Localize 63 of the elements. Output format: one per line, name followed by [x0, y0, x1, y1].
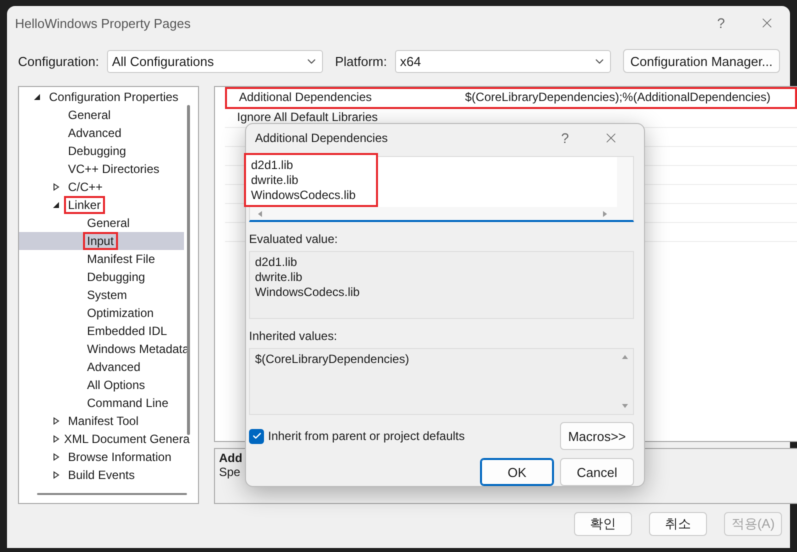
- platform-label: Platform:: [334, 54, 387, 68]
- tree-item[interactable]: General: [83, 214, 134, 232]
- tree-item[interactable]: Advanced: [83, 358, 144, 376]
- collapsed-triangle-icon[interactable]: [52, 471, 60, 479]
- tree-item[interactable]: VC++ Directories: [64, 160, 164, 178]
- scroll-right-icon[interactable]: [601, 210, 609, 218]
- vertical-scrollbar[interactable]: [187, 105, 190, 435]
- collapsed-triangle-icon[interactable]: [52, 435, 60, 443]
- dialog-button[interactable]: OK: [480, 458, 554, 486]
- evaluated-line: dwrite.lib: [255, 270, 304, 285]
- tree-item[interactable]: Debugging: [83, 268, 150, 286]
- dialog-title: Additional Dependencies: [255, 131, 389, 145]
- collapsed-triangle-icon[interactable]: [52, 453, 60, 461]
- window-title: HelloWindows Property Pages: [15, 16, 192, 30]
- evaluated-line: d2d1.lib: [255, 255, 298, 270]
- configuration-manager-button[interactable]: Configuration Manager...: [622, 49, 780, 73]
- inherited-line: $(CoreLibraryDependencies): [255, 352, 410, 368]
- property-row[interactable]: Additional Dependencies $(CoreLibraryDependencies);%(AdditionalDependencies): [225, 87, 797, 109]
- tree-item[interactable]: General: [64, 106, 115, 124]
- tree-item[interactable]: Browse Information: [64, 448, 176, 466]
- dialog-button[interactable]: 취소: [649, 512, 707, 536]
- collapsed-triangle-icon[interactable]: [52, 417, 60, 425]
- platform-dropdown[interactable]: x64: [394, 50, 611, 72]
- tree-item[interactable]: Linker: [64, 196, 105, 214]
- expanded-triangle-icon[interactable]: [52, 201, 60, 209]
- inherit-checkbox-label: Inherit from parent or project defaults: [268, 428, 466, 444]
- expanded-triangle-icon[interactable]: [33, 93, 41, 101]
- inherit-checkbox[interactable]: [249, 428, 264, 444]
- tree-item[interactable]: All Options: [83, 376, 150, 394]
- tree-item[interactable]: Input: [83, 232, 118, 250]
- collapsed-triangle-icon[interactable]: [52, 183, 60, 191]
- horizontal-scrollbar[interactable]: [37, 493, 187, 495]
- tree-item[interactable]: Embedded IDL: [83, 322, 172, 340]
- selected-row-highlight[interactable]: Input: [19, 232, 184, 250]
- help-button[interactable]: ?: [698, 8, 744, 38]
- tree-item[interactable]: Configuration Properties: [45, 88, 182, 106]
- scroll-left-icon[interactable]: [256, 210, 264, 218]
- description-text: Spe: [219, 465, 240, 479]
- dependencies-text: d2d1.lib dwrite.lib WindowsCodecs.lib: [244, 153, 378, 207]
- tree-item[interactable]: XML Document Genera: [60, 430, 194, 448]
- evaluated-line: WindowsCodecs.lib: [255, 285, 361, 300]
- inherited-values-label: Inherited values:: [249, 329, 338, 344]
- property-name: Additional Dependencies: [238, 89, 373, 106]
- dialog-button[interactable]: 확인: [574, 512, 632, 536]
- tree-item[interactable]: Debugging: [64, 142, 130, 160]
- tree-item[interactable]: Windows Metadata: [83, 340, 194, 358]
- tree-item[interactable]: Manifest File: [83, 250, 160, 268]
- tree-item[interactable]: Advanced: [64, 124, 126, 142]
- check-icon: [252, 431, 262, 441]
- tree-item[interactable]: System: [83, 286, 132, 304]
- tree-item[interactable]: Manifest Tool: [64, 412, 142, 430]
- evaluated-value-label: Evaluated value:: [249, 232, 339, 246]
- property-value: $(CoreLibraryDependencies);%(AdditionalDependencies): [464, 89, 772, 106]
- dialog-button[interactable]: Cancel: [560, 458, 634, 486]
- tree-item[interactable]: Build Events: [64, 466, 139, 484]
- macros-button[interactable]: Macros>>: [560, 422, 634, 450]
- tree-item[interactable]: Command Line: [83, 394, 172, 412]
- description-title: Add: [219, 451, 242, 465]
- configuration-label: Configuration:: [18, 54, 99, 68]
- property-name: Ignore All Default Libraries: [236, 109, 379, 126]
- tree-item[interactable]: C/C++: [64, 178, 107, 196]
- tree-item[interactable]: Optimization: [83, 304, 158, 322]
- configuration-dropdown[interactable]: All Configurations: [106, 50, 323, 72]
